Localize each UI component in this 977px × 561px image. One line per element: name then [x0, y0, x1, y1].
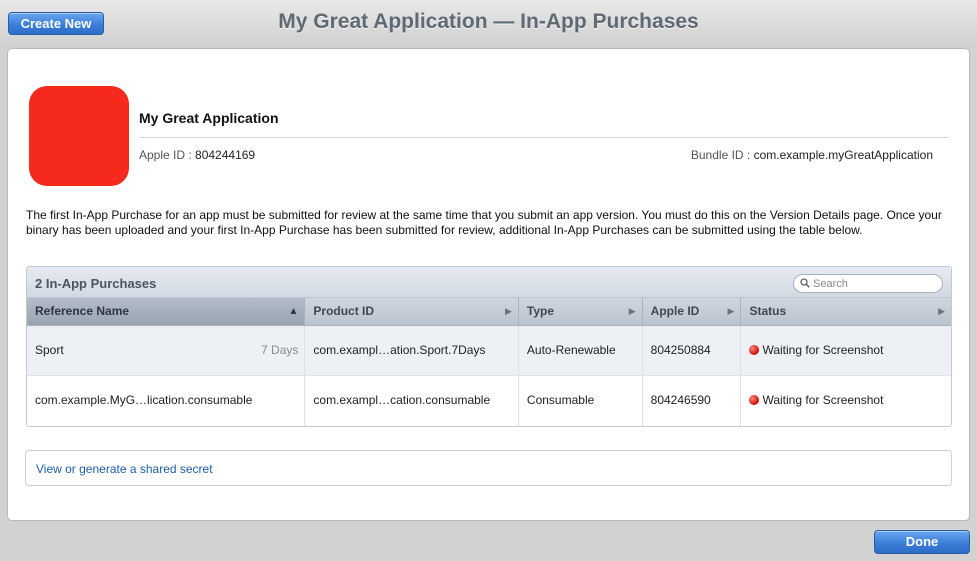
duration-text: 7 Days — [261, 343, 299, 357]
sort-ascending-icon: ▲ — [288, 306, 299, 317]
bundle-id-value: com.example.myGreatApplication — [753, 148, 933, 162]
cell-status: Waiting for Screenshot — [741, 326, 951, 375]
column-label: Type — [526, 304, 555, 318]
column-header-type[interactable]: Type ▶ — [519, 298, 643, 325]
in-app-purchases-table: 2 In-App Purchases Search Reference Name… — [26, 266, 952, 427]
search-input[interactable]: Search — [813, 278, 848, 290]
column-label: Status — [749, 304, 787, 318]
reference-name-text: com.example.MyG…lication.consumable — [35, 393, 253, 407]
shared-secret-box: View or generate a shared secret — [25, 450, 952, 486]
app-icon — [29, 86, 129, 186]
app-apple-id: Apple ID : 804244169 — [139, 148, 255, 162]
column-header-product-id[interactable]: Product ID ▶ — [305, 298, 519, 325]
column-header-reference-name[interactable]: Reference Name ▲ — [27, 298, 306, 325]
sort-arrow-icon: ▶ — [505, 306, 512, 316]
cell-type: Auto-Renewable — [519, 326, 643, 375]
cell-product-id: com.exampl…cation.consumable — [305, 376, 519, 426]
sort-arrow-icon: ▶ — [727, 306, 735, 316]
app-header-divider — [139, 137, 949, 138]
main-panel: My Great Application Apple ID : 80424416… — [8, 49, 969, 520]
cell-apple-id: 804250884 — [643, 326, 742, 375]
window-title: My Great Application — In-App Purchases — [278, 10, 699, 33]
cell-apple-id: 804246590 — [643, 376, 742, 426]
cell-product-id: com.exampl…ation.Sport.7Days — [305, 326, 519, 375]
cell-reference-name: Sport 7 Days — [27, 326, 306, 375]
status-text: Waiting for Screenshot — [762, 393, 884, 407]
cell-type: Consumable — [519, 376, 643, 426]
apple-id-label: Apple ID : — [139, 148, 196, 162]
search-icon — [800, 278, 810, 288]
status-red-dot-icon — [749, 345, 760, 355]
status-red-dot-icon — [749, 395, 760, 405]
column-label: Apple ID — [650, 304, 700, 318]
search-field[interactable]: Search — [793, 274, 943, 293]
column-header-apple-id[interactable]: Apple ID ▶ — [643, 298, 742, 325]
status-text: Waiting for Screenshot — [762, 343, 884, 357]
app-name: My Great Application — [139, 110, 279, 126]
cell-reference-name: com.example.MyG…lication.consumable — [27, 376, 306, 426]
table-row[interactable]: Sport 7 Days com.exampl…ation.Sport.7Day… — [27, 326, 951, 376]
column-label: Product ID — [313, 304, 375, 318]
done-button[interactable]: Done — [874, 530, 970, 554]
bundle-id-label: Bundle ID : — [690, 148, 754, 162]
shared-secret-link[interactable]: View or generate a shared secret — [36, 462, 213, 476]
sort-arrow-icon: ▶ — [938, 306, 945, 316]
intro-text: The first In-App Purchase for an app mus… — [26, 208, 942, 237]
column-label: Reference Name — [35, 304, 130, 318]
cell-status: Waiting for Screenshot — [741, 376, 951, 426]
app-bundle-id: Bundle ID : com.example.myGreatApplicati… — [691, 148, 933, 162]
table-header-bar: 2 In-App Purchases Search — [27, 267, 951, 298]
column-headers: Reference Name ▲ Product ID ▶ Type ▶ App… — [27, 298, 951, 326]
reference-name-text: Sport — [35, 343, 64, 357]
table-title: 2 In-App Purchases — [35, 276, 157, 291]
sort-arrow-icon: ▶ — [628, 306, 636, 316]
table-row[interactable]: com.example.MyG…lication.consumable com.… — [27, 376, 951, 426]
apple-id-value: 804244169 — [195, 148, 256, 162]
column-header-status[interactable]: Status ▶ — [741, 298, 951, 325]
